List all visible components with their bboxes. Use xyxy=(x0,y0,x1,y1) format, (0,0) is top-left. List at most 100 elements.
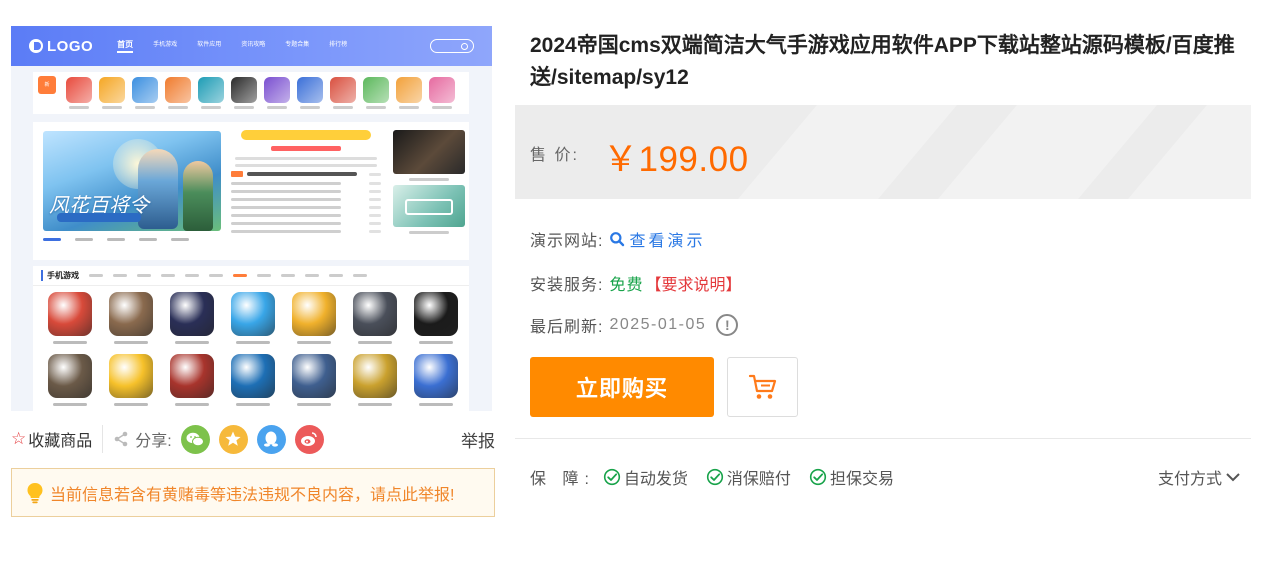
demo-row: 演示网站: 查看演示 xyxy=(530,227,705,251)
price-panel: 售 价: ￥199.00 xyxy=(515,105,1251,199)
share-qq-button[interactable] xyxy=(256,424,286,454)
game-icon xyxy=(353,354,397,398)
report-notice[interactable]: 当前信息若含有黄赌毒等违法违规不良内容，请点此举报! xyxy=(11,468,495,517)
side-card-image xyxy=(393,130,465,174)
preview-app-tile xyxy=(297,77,323,114)
product-preview-image[interactable]: LOGO 首页 手机游戏 软件应用 资讯攻略 专题合集 排行榜 新 风花百将令 xyxy=(11,26,492,411)
preview-nav-item: 手机游戏 xyxy=(153,42,178,48)
search-icon xyxy=(610,232,625,247)
buy-now-button[interactable]: 立即购买 xyxy=(530,357,714,417)
preview-app-tile xyxy=(99,77,125,114)
preview-main-block: 风花百将令 xyxy=(33,122,469,260)
guarantee-text: 担保交易 xyxy=(829,471,894,488)
demo-label: 演示网站: xyxy=(530,233,604,250)
preview-strip-tag: 新 xyxy=(38,76,56,94)
preview-game-tile xyxy=(413,354,459,406)
app-icon xyxy=(396,77,422,103)
preview-logo: LOGO xyxy=(29,38,93,55)
preview-banner: 风花百将令 xyxy=(43,131,221,231)
report-notice-text: 当前信息若含有黄赌毒等违法违规不良内容，请点此举报! xyxy=(50,486,455,504)
logo-mark-icon xyxy=(29,39,43,53)
divider xyxy=(102,425,104,453)
side-card-image xyxy=(393,185,465,227)
refresh-label: 最后刷新: xyxy=(530,319,604,336)
share-wechat-button[interactable] xyxy=(180,424,210,454)
guarantee-escrow: 担保交易 xyxy=(809,465,894,489)
wechat-icon xyxy=(186,432,205,446)
guarantee-auto-delivery: 自动发货 xyxy=(603,465,688,489)
preview-nav-item: 软件应用 xyxy=(197,42,222,48)
preview-nav-item: 首页 xyxy=(117,39,134,53)
lightbulb-icon xyxy=(27,482,43,503)
game-icon xyxy=(231,354,275,398)
guarantee-text: 自动发货 xyxy=(623,471,688,488)
preview-app-tile xyxy=(429,77,455,114)
share-icon xyxy=(114,431,128,447)
app-icon xyxy=(198,77,224,103)
share-label: 分享: xyxy=(135,433,172,450)
app-icon xyxy=(231,77,257,103)
preview-banner-tabs xyxy=(43,238,189,241)
weibo-icon xyxy=(301,432,318,446)
preview-app-tile xyxy=(132,77,158,114)
app-icon xyxy=(99,77,125,103)
guarantee-row: 保 障: 自动发货 消保赔付 担保交易 xyxy=(530,465,912,489)
favorite-label: 收藏商品 xyxy=(28,433,93,450)
preview-nav-item: 排行榜 xyxy=(329,42,348,48)
check-circle-icon xyxy=(706,468,724,486)
install-requirements-link[interactable]: 【要求说明】 xyxy=(645,271,741,295)
guarantee-label: 保 障: xyxy=(530,471,595,488)
product-actions-bar: ☆ 收藏商品 分享: 举报 xyxy=(11,424,495,454)
preview-app-tile xyxy=(66,77,92,114)
preview-game-tile xyxy=(291,354,337,406)
app-icon xyxy=(132,77,158,103)
qzone-icon xyxy=(225,431,241,446)
payment-methods-dropdown[interactable]: 支付方式 xyxy=(1158,465,1241,489)
install-label: 安装服务: xyxy=(530,277,604,294)
app-icon xyxy=(264,77,290,103)
favorite-button[interactable]: ☆ 收藏商品 xyxy=(11,427,92,451)
preview-app-tile xyxy=(231,77,257,114)
preview-game-tile xyxy=(291,292,337,344)
preview-nav-bar: LOGO 首页 手机游戏 软件应用 资讯攻略 专题合集 排行榜 xyxy=(11,26,492,66)
add-to-cart-button[interactable] xyxy=(727,357,798,417)
preview-game-tile xyxy=(352,354,398,406)
report-link[interactable]: 举报 xyxy=(461,427,495,452)
preview-game-tile xyxy=(413,292,459,344)
game-icon xyxy=(353,292,397,336)
preview-game-tile xyxy=(169,292,215,344)
demo-link-text: 查看演示 xyxy=(629,233,706,250)
section-divider xyxy=(515,438,1251,439)
preview-game-tile xyxy=(169,354,215,406)
preview-game-section: 手机游戏 xyxy=(33,266,469,411)
preview-app-tile xyxy=(330,77,356,114)
preview-game-tile xyxy=(47,354,93,406)
share-qzone-button[interactable] xyxy=(218,424,248,454)
preview-app-tile xyxy=(363,77,389,114)
preview-game-tile xyxy=(230,292,276,344)
payment-label: 支付方式 xyxy=(1158,471,1223,488)
app-icon xyxy=(363,77,389,103)
demo-link[interactable]: 查看演示 xyxy=(609,227,705,251)
preview-nav-item: 专题合集 xyxy=(285,42,310,48)
info-icon[interactable]: ! xyxy=(716,314,739,336)
preview-game-tile xyxy=(108,354,154,406)
preview-game-tile xyxy=(108,292,154,344)
game-icon xyxy=(292,354,336,398)
preview-nav-items: 首页 手机游戏 软件应用 资讯攻略 专题合集 排行榜 xyxy=(117,39,347,53)
game-icon xyxy=(170,354,214,398)
chevron-down-icon xyxy=(1226,473,1240,482)
refresh-row: 最后刷新: 2025-01-05 ! xyxy=(530,313,739,337)
app-icon xyxy=(330,77,356,103)
preview-section-title: 手机游戏 xyxy=(41,270,79,281)
game-icon xyxy=(231,292,275,336)
install-value: 免费 xyxy=(609,277,644,294)
app-icon xyxy=(429,77,455,103)
game-icon xyxy=(170,292,214,336)
star-icon: ☆ xyxy=(11,429,27,448)
game-icon xyxy=(48,354,92,398)
preview-section-head: 手机游戏 xyxy=(33,266,469,286)
share-weibo-button[interactable] xyxy=(294,424,324,454)
guarantee-text: 消保赔付 xyxy=(726,471,791,488)
product-title: 2024帝国cms双端简洁大气手游戏应用软件APP下载站整站源码模板/百度推送/… xyxy=(530,34,1235,89)
